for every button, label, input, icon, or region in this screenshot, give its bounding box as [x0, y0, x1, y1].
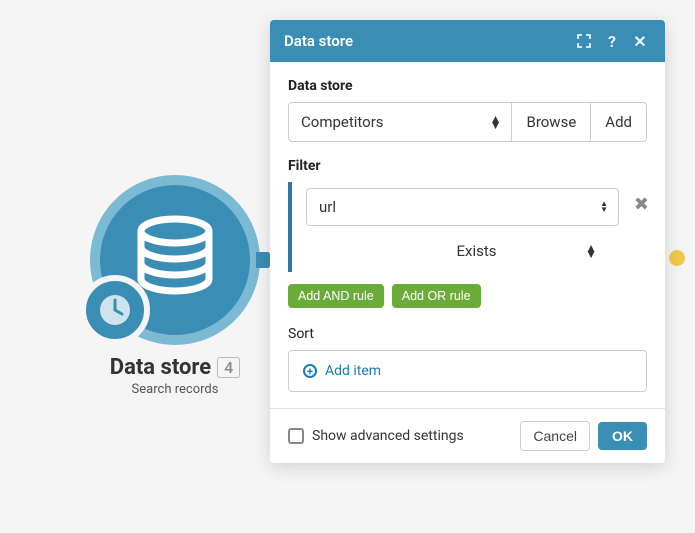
- remove-filter-icon[interactable]: ✖: [634, 194, 649, 215]
- filter-field-select[interactable]: url ▲▼: [306, 188, 619, 226]
- add-button[interactable]: Add: [591, 102, 647, 142]
- chevron-updown-icon: ▲▼: [600, 201, 608, 213]
- dialog-data-store: Data store ? ✕ Data store Competitors ▲▼…: [270, 20, 665, 463]
- advanced-checkbox[interactable]: [288, 428, 304, 444]
- datastore-value: Competitors: [301, 113, 384, 131]
- add-or-rule-button[interactable]: Add OR rule: [392, 284, 481, 308]
- node-title-row: Data store 4: [85, 355, 265, 380]
- connector-dot[interactable]: [669, 250, 685, 266]
- chevron-updown-icon: ▲▼: [490, 116, 502, 128]
- clock-icon: [95, 290, 135, 330]
- database-icon: [133, 215, 217, 305]
- rule-buttons: Add AND rule Add OR rule: [288, 284, 647, 308]
- filter-field-value: url: [319, 198, 336, 216]
- node-subtitle: Search records: [85, 382, 265, 397]
- chevron-updown-icon: ▲▼: [585, 245, 597, 257]
- node-title: Data store: [110, 355, 211, 380]
- clock-badge: [80, 275, 150, 345]
- filter-condition-value: Exists: [456, 242, 496, 260]
- ok-button[interactable]: OK: [598, 422, 647, 450]
- node-step-badge: 4: [217, 357, 240, 378]
- sort-box: + Add item: [288, 350, 647, 392]
- datastore-row: Competitors ▲▼ Browse Add: [288, 102, 647, 142]
- advanced-label: Show advanced settings: [312, 428, 520, 444]
- dialog-header: Data store ? ✕: [270, 20, 665, 62]
- help-icon[interactable]: ?: [601, 30, 623, 52]
- plus-circle-icon: +: [303, 364, 317, 378]
- filter-condition-select[interactable]: Exists ▲▼: [336, 236, 617, 266]
- add-and-rule-button[interactable]: Add AND rule: [288, 284, 384, 308]
- cancel-button[interactable]: Cancel: [520, 421, 590, 451]
- dialog-title: Data store: [284, 32, 567, 50]
- dialog-footer: Show advanced settings Cancel OK: [270, 408, 665, 463]
- node-data-store[interactable]: Data store 4 Search records: [85, 175, 265, 397]
- close-icon[interactable]: ✕: [629, 30, 651, 52]
- sort-label: Sort: [288, 326, 647, 342]
- datastore-select[interactable]: Competitors ▲▼: [288, 102, 512, 142]
- add-sort-item-button[interactable]: + Add item: [303, 363, 632, 379]
- datastore-label: Data store: [288, 78, 647, 94]
- browse-button[interactable]: Browse: [512, 102, 591, 142]
- filter-label: Filter: [288, 158, 647, 174]
- node-circle[interactable]: [90, 175, 260, 345]
- filter-block: url ▲▼ ✖ Exists ▲▼: [288, 182, 647, 272]
- add-item-label: Add item: [325, 363, 381, 379]
- expand-icon[interactable]: [573, 30, 595, 52]
- dialog-body: Data store Competitors ▲▼ Browse Add Fil…: [270, 62, 665, 408]
